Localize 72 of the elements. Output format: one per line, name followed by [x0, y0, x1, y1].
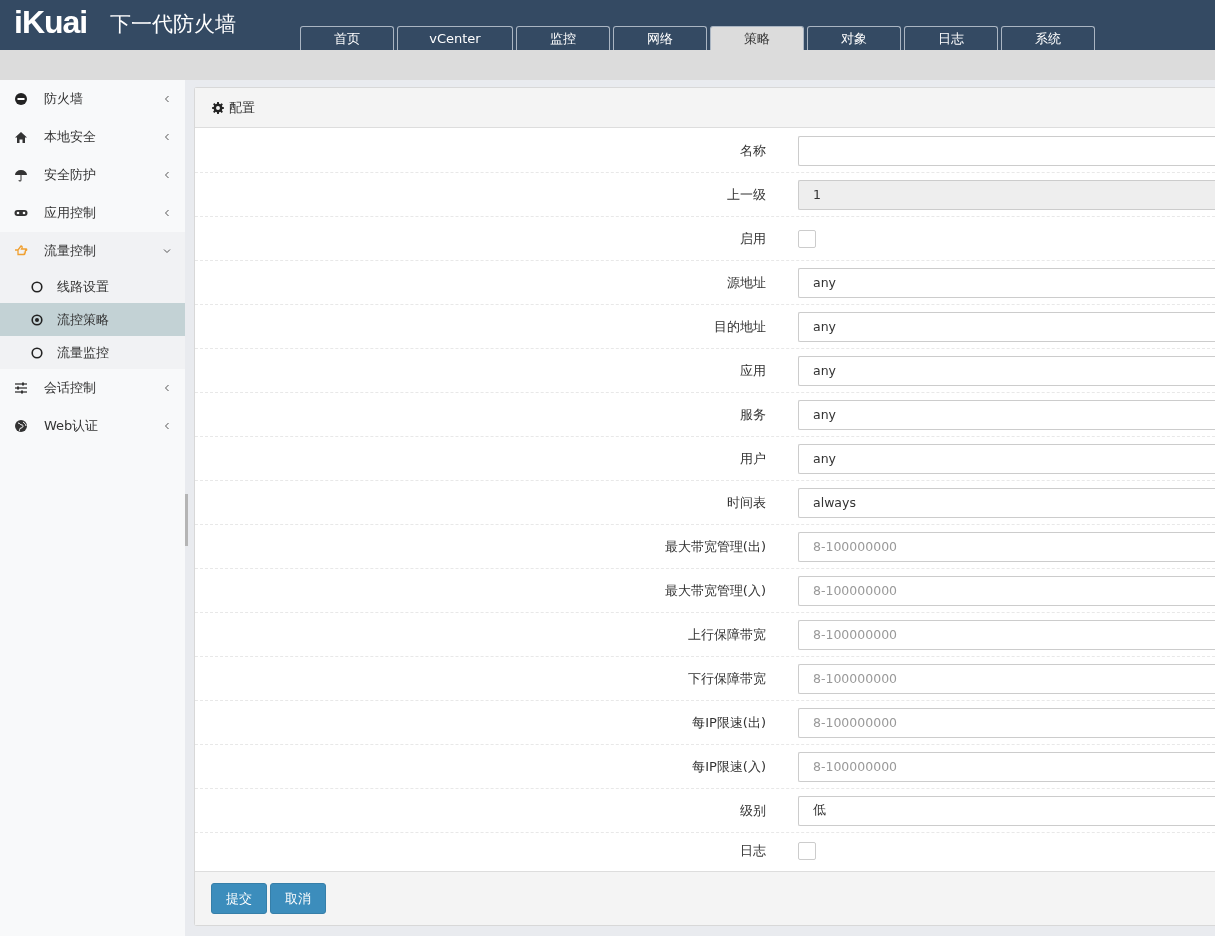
chevron-down-icon: [163, 247, 171, 255]
field-label: 日志: [739, 842, 767, 860]
field-label: 时间表: [726, 493, 767, 512]
input-field[interactable]: 8-100000000: [798, 707, 1215, 738]
chevron-left-icon: [163, 384, 171, 392]
nav-tab[interactable]: 监控: [516, 26, 610, 50]
input-field[interactable]: any: [798, 311, 1215, 342]
input-field[interactable]: 低: [798, 795, 1215, 826]
umbrella-icon: [14, 168, 28, 182]
sidebar-item[interactable]: 安全防护: [0, 156, 185, 194]
input-field[interactable]: any: [798, 355, 1215, 386]
field-label: 目的地址: [713, 317, 767, 336]
dot-circle-icon: [31, 313, 43, 326]
settings-icon: [212, 101, 224, 114]
nav-tab[interactable]: 系统: [1001, 26, 1095, 50]
sidebar-subitem[interactable]: 流控策略: [0, 303, 185, 336]
input-field[interactable]: always: [798, 487, 1215, 518]
input-field[interactable]: any: [798, 267, 1215, 298]
sidebar-subitem[interactable]: 流量监控: [0, 336, 185, 369]
chevron-left-icon: [163, 422, 171, 430]
circle-icon: [31, 346, 43, 359]
field-label: 每IP限速(入): [691, 757, 767, 776]
circle-icon: [31, 280, 43, 293]
panel-title: 配置: [229, 98, 255, 117]
field-label: 启用: [739, 229, 767, 248]
nav-tab[interactable]: vCenter: [397, 26, 513, 50]
chevron-left-icon: [163, 171, 171, 179]
field-label: 下行保障带宽: [687, 669, 767, 688]
nav-tab[interactable]: 网络: [613, 26, 707, 50]
nav-tab[interactable]: 首页: [300, 26, 394, 50]
home-icon: [14, 130, 28, 144]
sidebar-item[interactable]: 流量控制: [0, 232, 185, 270]
logo: iKuai: [14, 4, 88, 41]
sidebar-item[interactable]: 会话控制: [0, 369, 185, 407]
field-label: 级别: [739, 801, 767, 820]
input-field[interactable]: 8-100000000: [798, 619, 1215, 650]
input-field[interactable]: [798, 135, 1215, 166]
nav-tab[interactable]: 策略: [710, 26, 804, 50]
chevron-left-icon: [163, 95, 171, 103]
chevron-left-icon: [163, 209, 171, 217]
sliders-icon: [14, 381, 28, 395]
nav-tab[interactable]: 日志: [904, 26, 998, 50]
sidebar-item[interactable]: 防火墙: [0, 80, 185, 118]
input-field[interactable]: 8-100000000: [798, 663, 1215, 694]
sidebar-item[interactable]: 本地安全: [0, 118, 185, 156]
field-label: 最大带宽管理(入): [663, 581, 767, 600]
app-title: 下一代防火墙: [110, 11, 236, 38]
minus-circle-icon: [14, 92, 28, 106]
cancel-button[interactable]: 取消: [270, 883, 326, 914]
nav-tab[interactable]: 对象: [807, 26, 901, 50]
sidebar-item[interactable]: Web认证: [0, 407, 185, 445]
field-label: 名称: [739, 141, 767, 160]
field-label: 最大带宽管理(出): [663, 537, 767, 556]
submit-button[interactable]: 提交: [211, 883, 267, 914]
field-label: 上一级: [726, 185, 767, 204]
checkbox[interactable]: [798, 229, 816, 248]
checkbox[interactable]: [798, 842, 816, 860]
chevron-left-icon: [163, 133, 171, 141]
field-label: 服务: [739, 405, 767, 424]
input-field[interactable]: 8-100000000: [798, 531, 1215, 562]
field-label: 源地址: [726, 273, 767, 292]
sidebar-item[interactable]: 应用控制: [0, 194, 185, 232]
field-label: 上行保障带宽: [687, 625, 767, 644]
input-field[interactable]: 8-100000000: [798, 751, 1215, 782]
resize-handle[interactable]: [185, 494, 188, 546]
field-label: 应用: [739, 361, 767, 380]
field-label: 每IP限速(出): [691, 713, 767, 732]
input-field[interactable]: any: [798, 443, 1215, 474]
input-field[interactable]: any: [798, 399, 1215, 430]
sidebar-subitem[interactable]: 线路设置: [0, 270, 185, 303]
field-label: 用户: [739, 449, 767, 468]
input-field[interactable]: 8-100000000: [798, 575, 1215, 606]
